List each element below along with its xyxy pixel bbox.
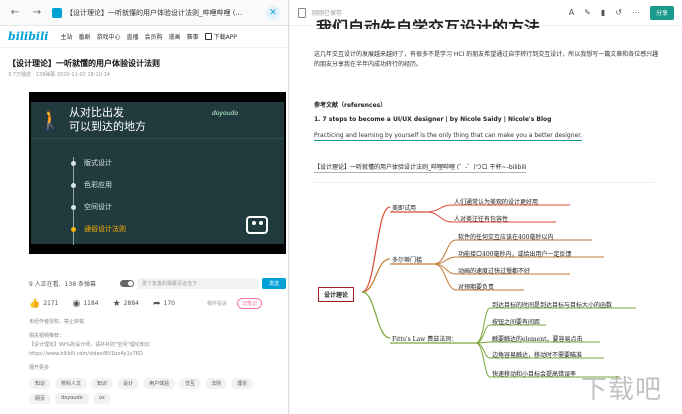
nav-esports[interactable]: 赛事 bbox=[187, 32, 199, 41]
coin-button[interactable]: ◉ 1184 bbox=[73, 299, 99, 309]
browser-tab[interactable]: 【设计理论】一听就懂的用户体验设计法则_哔哩哔哩 (... bbox=[52, 7, 262, 18]
favorite-button[interactable]: ★ 2884 bbox=[113, 299, 139, 309]
nav-manga[interactable]: 漫画 bbox=[169, 32, 181, 41]
slide-headline: 从对比出发 可以到达的地方 bbox=[69, 106, 146, 134]
browser-pane: ← → 【设计理论】一听就懂的用户体验设计法则_哔哩哔哩 (... ✕ bili… bbox=[0, 0, 289, 414]
slide-toc: 版式设计 色彩应用 空间设计 通俗设计法则 bbox=[71, 152, 126, 240]
video-screen[interactable]: 🚶 从对比出发 可以到达的地方 doyoudo 版式设计 色彩应用 空间设计 通… bbox=[31, 102, 284, 245]
browser-toolbar: ← → 【设计理论】一听就懂的用户体验设计法则_哔哩哔哩 (... ✕ bbox=[0, 0, 288, 26]
mindmap-leaf[interactable]: 到达目标的时间是到达目标与目标大小的函数 bbox=[492, 300, 612, 309]
tag[interactable]: 用户体验 bbox=[143, 378, 176, 389]
mindmap-leaf[interactable]: 对预期要负责 bbox=[458, 282, 494, 291]
mindmap-branch[interactable]: Fitts's Law 费兹法则： bbox=[392, 334, 457, 343]
tag[interactable]: 知识 bbox=[29, 378, 52, 389]
related-link[interactable]: https://www.bilibili.com/video/BV1bx4y1y… bbox=[29, 350, 150, 359]
toc-item: 色彩应用 bbox=[71, 174, 126, 196]
video-description: 未经作者授权，禁止转载 相关视频推荐： 【设计理论】99%的设计师，请补补的"空… bbox=[29, 318, 150, 373]
video-player[interactable]: 🚶 从对比出发 可以到达的地方 doyoudo 版式设计 色彩应用 空间设计 通… bbox=[29, 92, 286, 254]
back-button[interactable]: ← bbox=[8, 6, 22, 20]
mindmap-leaf[interactable]: 动画的速度过快过慢都不好 bbox=[458, 266, 530, 275]
tag[interactable]: 校科人文 bbox=[55, 378, 88, 389]
report-link[interactable]: 稿件投诉 bbox=[207, 300, 227, 307]
forward-button[interactable]: → bbox=[30, 6, 44, 20]
expand-more[interactable]: 展开更多 bbox=[29, 364, 150, 373]
toc-item: 版式设计 bbox=[71, 152, 126, 174]
tag[interactable]: 理论 bbox=[231, 378, 254, 389]
mindmap-leaf[interactable]: 按钮之间要有间距 bbox=[492, 317, 540, 326]
tag[interactable]: 法则 bbox=[205, 378, 228, 389]
tag[interactable]: 网页 bbox=[29, 393, 52, 404]
mindmap-leaf[interactable]: 触要触达的element，要容易点击 bbox=[492, 334, 583, 343]
mindmap-branch[interactable]: 多尔蒂门槛 bbox=[392, 255, 422, 264]
related-line-1: 【设计理论】99%的设计师，请补补的"空间"理论知识 bbox=[29, 342, 150, 348]
mindmap-branch[interactable]: 美即试用 bbox=[392, 203, 416, 212]
nav-shop[interactable]: 会员购 bbox=[145, 32, 163, 41]
danmaku-bar: 9 人正在看, 138 条弹幕 发个友善的弹幕见证当下 发送 bbox=[29, 276, 286, 290]
like-button[interactable]: 👍 2171 bbox=[29, 299, 59, 309]
nav-main[interactable]: 主站 bbox=[60, 32, 72, 41]
thumbs-up-icon: 👍 bbox=[29, 298, 41, 309]
mindmap-leaf[interactable]: 快速移动和小目标会提高错误率 bbox=[492, 369, 576, 378]
bilibili-tv-icon bbox=[246, 216, 268, 234]
danmaku-input[interactable]: 发个友善的弹幕见证当下 bbox=[138, 277, 258, 289]
walking-person-icon: 🚶 bbox=[39, 110, 62, 131]
take-notes-button[interactable]: 记笔记 bbox=[237, 298, 263, 309]
slide-headline-1: 从对比出发 bbox=[69, 106, 124, 119]
repost-warning: 未经作者授权，禁止转载 bbox=[29, 319, 85, 325]
bilibili-logo[interactable]: bilibili bbox=[8, 30, 48, 43]
video-meta: 3.7万播放 · 139弹幕 2020-11-02 18:10:14 bbox=[8, 72, 110, 78]
mindmap-leaf[interactable]: 功能接口400毫秒内，或给出用户一定反馈 bbox=[458, 249, 571, 258]
tag[interactable]: doyoudo bbox=[55, 393, 89, 404]
download-app-label: 下载APP bbox=[213, 34, 237, 41]
tag[interactable]: 交互 bbox=[179, 378, 202, 389]
video-title: 【设计理论】一听就懂的用户体验设计法则 bbox=[8, 59, 160, 68]
coin-icon: ◉ bbox=[72, 298, 81, 309]
toc-item: 空间设计 bbox=[71, 196, 126, 218]
notes-pane: 刚刚已保存 A ✎ ▮ ↺ ⋯ 分享 我们自动先自学交互设计的方法 这几年交互设… bbox=[290, 0, 682, 414]
tab-title: 【设计理论】一听就懂的用户体验设计法则_哔哩哔哩 (... bbox=[66, 8, 243, 17]
danmaku-count: 138 条弹幕 bbox=[64, 280, 97, 288]
bilibili-favicon-icon bbox=[52, 7, 62, 18]
download-icon bbox=[204, 33, 212, 40]
tag[interactable]: 设计 bbox=[117, 378, 140, 389]
danmaku-send-button[interactable]: 发送 bbox=[262, 277, 286, 289]
star-icon: ★ bbox=[112, 298, 121, 309]
related-heading: 相关视频推荐： bbox=[29, 333, 65, 339]
mindmap-leaf[interactable]: 人对美注往有包容性 bbox=[454, 214, 508, 223]
share-arrow-icon: ➦ bbox=[153, 298, 161, 309]
mindmap-connectors bbox=[361, 204, 636, 378]
mindmap-root[interactable]: 设计理论 bbox=[318, 287, 355, 302]
share-button[interactable]: ➦ 170 bbox=[153, 299, 175, 309]
mindmap-leaf[interactable]: 软件的任何交互应该在400毫秒以内 bbox=[458, 232, 553, 241]
nav-anime[interactable]: 番剧 bbox=[78, 32, 90, 41]
bili-header: bilibili 主站 番剧 游戏中心 直播 会员购 漫画 赛事 下载APP bbox=[0, 26, 288, 48]
nav-games[interactable]: 游戏中心 bbox=[97, 32, 121, 41]
download-app-link[interactable]: 下载APP bbox=[204, 32, 237, 41]
mindmap-leaf[interactable]: 人们通常认为美观的设计更好用 bbox=[454, 197, 538, 206]
slide-brand: doyoudo bbox=[212, 110, 238, 117]
slide-divider bbox=[31, 138, 284, 139]
tag[interactable]: 知识 bbox=[91, 378, 114, 389]
mindmap-leaf[interactable]: 边角容易触达，移动时不需要瞄准 bbox=[492, 350, 582, 359]
tag[interactable]: ux bbox=[92, 393, 111, 404]
nav-live[interactable]: 直播 bbox=[127, 32, 139, 41]
online-count: 9 人正在看, bbox=[29, 280, 61, 288]
tag-list: 知识 校科人文 知识 设计 用户体验 交互 法则 理论 网页 doyoudo u… bbox=[29, 378, 279, 404]
slide-headline-2: 可以到达的地方 bbox=[69, 120, 146, 133]
watermark: 下载吧 bbox=[580, 375, 662, 405]
close-tab-icon[interactable]: ✕ bbox=[266, 5, 280, 20]
video-actions: 👍 2171 ◉ 1184 ★ 2884 ➦ 170 稿件投诉 记笔记 bbox=[29, 298, 263, 309]
danmaku-toggle[interactable] bbox=[120, 279, 135, 287]
toc-item-active: 通俗设计法则 bbox=[71, 218, 126, 240]
